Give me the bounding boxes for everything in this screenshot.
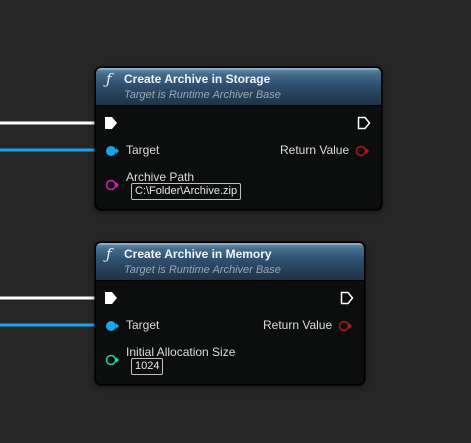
return-value-pin[interactable] <box>355 145 371 157</box>
return-value-label: Return Value <box>263 318 333 332</box>
target-pin[interactable] <box>105 320 121 332</box>
return-value-label: Return Value <box>280 143 350 157</box>
node-subtitle: Target is Runtime Archiver Base <box>124 264 281 276</box>
return-value-pin[interactable] <box>338 320 354 332</box>
target-label: Target <box>126 143 160 157</box>
node-title: Create Archive in Storage <box>124 72 271 86</box>
target-label: Target <box>126 318 160 332</box>
exec-in-pin[interactable] <box>104 291 118 305</box>
exec-out-pin[interactable] <box>340 291 354 305</box>
target-pin[interactable] <box>105 145 121 157</box>
blueprint-graph-canvas[interactable]: ƒ Create Archive in Storage Target is Ru… <box>0 0 471 443</box>
node-create-archive-in-memory[interactable]: ƒ Create Archive in Memory Target is Run… <box>95 242 365 385</box>
node-title: Create Archive in Memory <box>124 247 272 261</box>
archive-path-pin[interactable] <box>105 179 121 191</box>
archive-path-label: Archive Path <box>126 170 195 184</box>
initial-allocation-size-pin[interactable] <box>105 354 121 366</box>
node-header[interactable]: ƒ Create Archive in Memory Target is Run… <box>96 243 364 281</box>
node-subtitle: Target is Runtime Archiver Base <box>124 89 281 101</box>
archive-path-input[interactable]: C:\Folder\Archive.zip <box>131 183 242 200</box>
initial-allocation-size-input[interactable]: 1024 <box>131 358 164 375</box>
node-create-archive-in-storage[interactable]: ƒ Create Archive in Storage Target is Ru… <box>95 67 382 210</box>
node-header[interactable]: ƒ Create Archive in Storage Target is Ru… <box>96 68 381 106</box>
exec-in-pin[interactable] <box>104 116 118 130</box>
function-icon: ƒ <box>106 70 112 88</box>
exec-out-pin[interactable] <box>357 116 371 130</box>
function-icon: ƒ <box>106 245 112 263</box>
initial-allocation-size-label: Initial Allocation Size <box>126 345 236 359</box>
